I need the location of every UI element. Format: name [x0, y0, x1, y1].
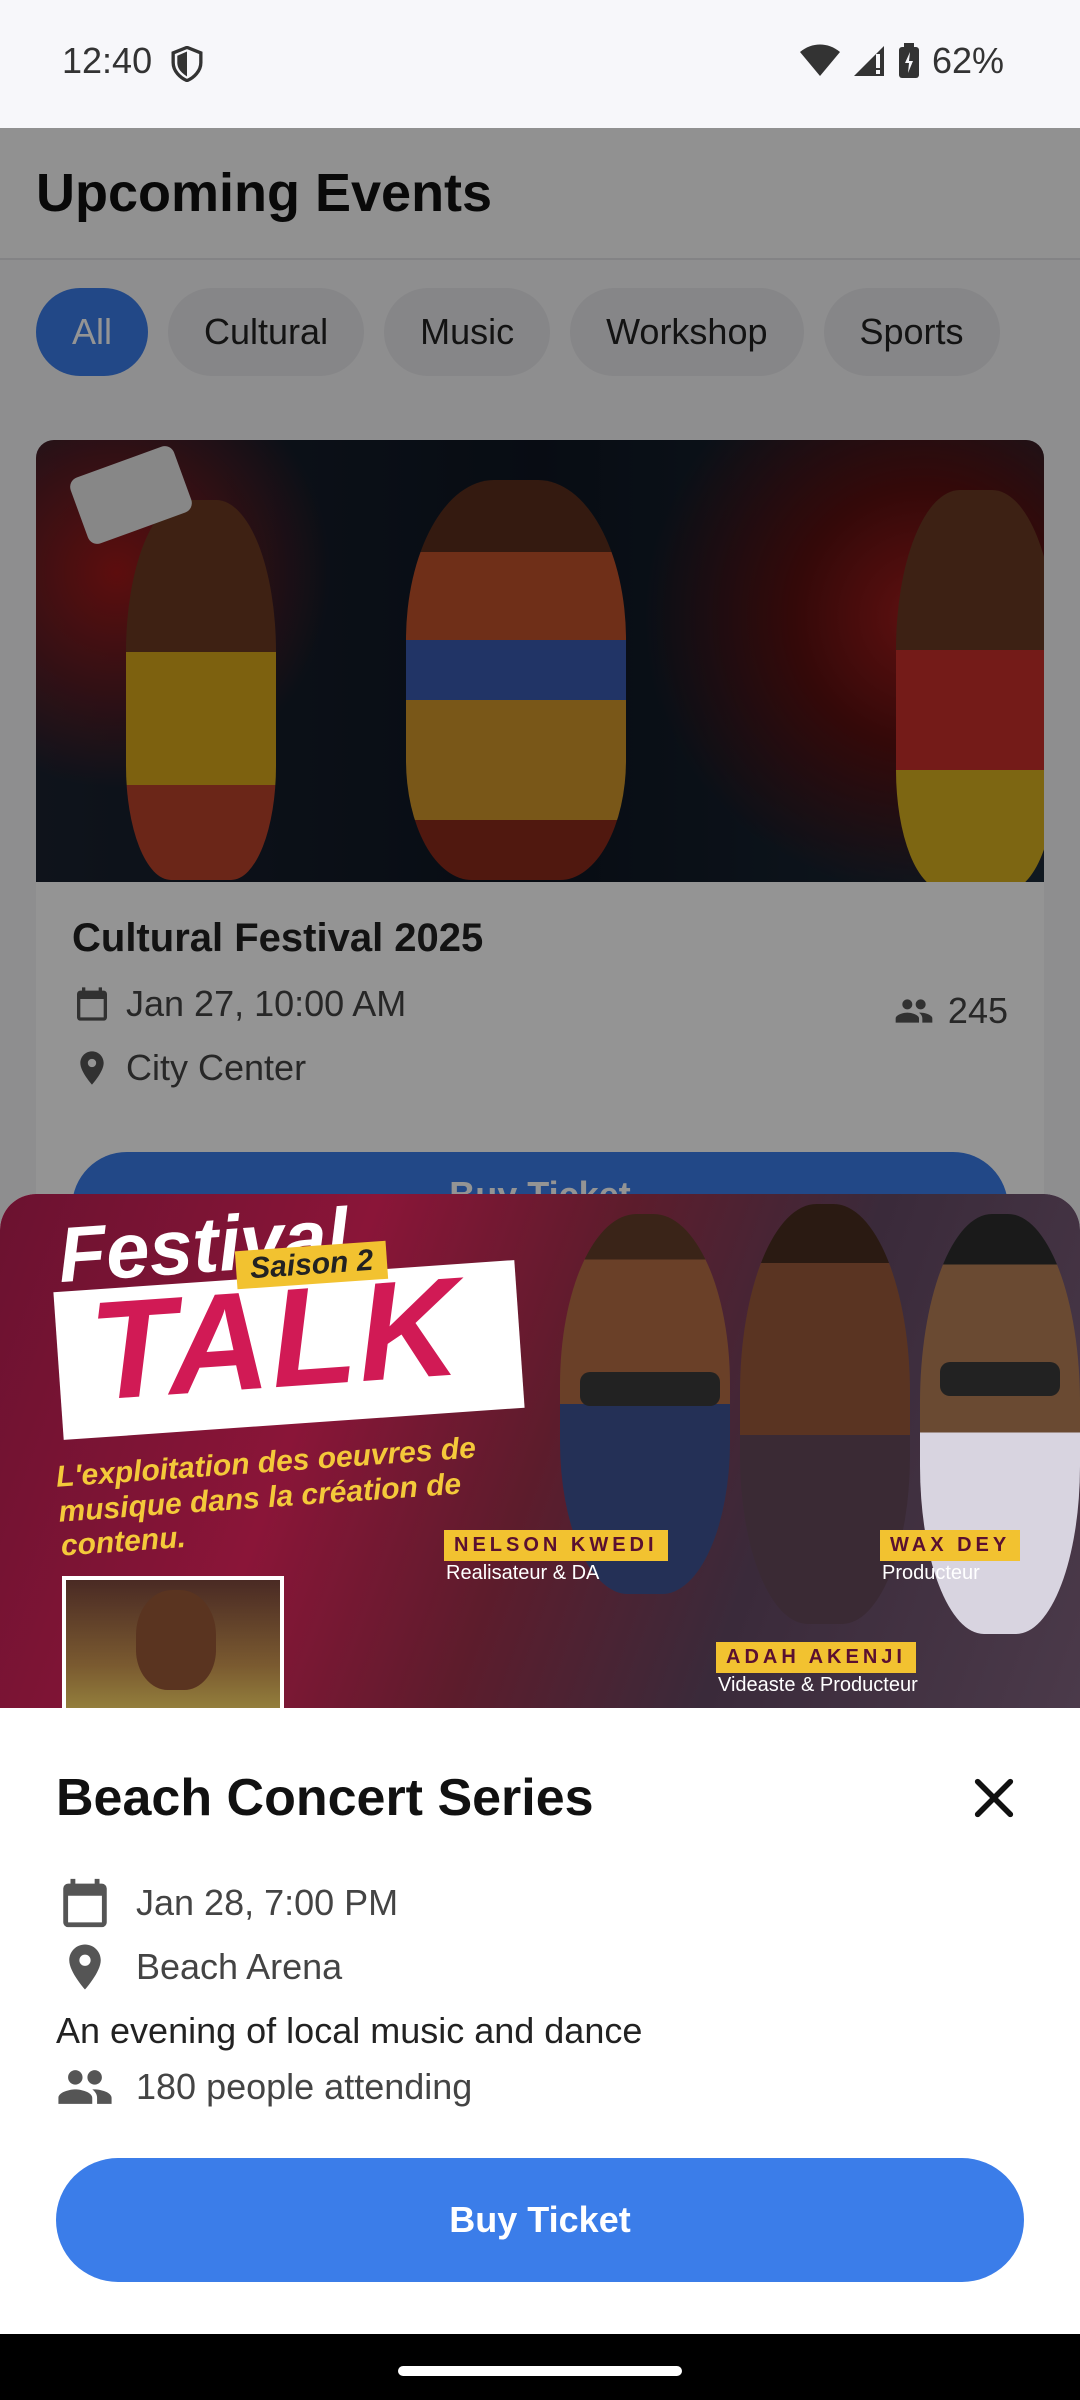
speaker-photo-2 — [740, 1204, 910, 1624]
speaker-role-2: Producteur — [882, 1562, 980, 1584]
signal-icon — [853, 46, 884, 76]
sheet-date-row: Jan 28, 7:00 PM — [56, 1874, 398, 1932]
event-detail-sheet: Festival Saison 2 TALK L'exploitation de… — [0, 1194, 1080, 2334]
speaker-name-1: NELSON KWEDI — [444, 1530, 668, 1561]
location-pin-icon — [69, 1944, 101, 1990]
status-time: 12:40 — [62, 40, 153, 81]
speaker-name-3: ADAH AKENJI — [716, 1642, 916, 1673]
battery-level: 62% — [931, 40, 1004, 81]
close-icon[interactable] — [966, 1770, 1022, 1826]
shield-icon — [171, 46, 203, 82]
event-poster: Festival Saison 2 TALK L'exploitation de… — [0, 1194, 1080, 1708]
buy-ticket-button[interactable]: Buy Ticket — [56, 2158, 1024, 2282]
sheet-attending: 180 people attending — [136, 2066, 473, 2107]
people-icon — [58, 2070, 112, 2104]
status-icons: 62% — [799, 40, 1004, 82]
battery-icon — [898, 43, 919, 78]
calendar-icon — [63, 1878, 107, 1928]
navigation-bar — [0, 2334, 1080, 2400]
speaker-role-3: Videaste & Producteur — [718, 1674, 918, 1696]
sheet-title: Beach Concert Series — [56, 1769, 594, 1827]
sheet-description: An evening of local music and dance — [56, 2010, 643, 2051]
speaker-role-1: Realisateur & DA — [446, 1562, 600, 1584]
sheet-date: Jan 28, 7:00 PM — [136, 1882, 399, 1923]
status-bar: 12:40 62% — [0, 0, 1080, 128]
poster-inset-photo — [62, 1576, 284, 1708]
wifi-icon — [799, 44, 840, 76]
sheet-attending-row: 180 people attending — [56, 2058, 472, 2116]
home-gesture-handle[interactable] — [398, 2366, 682, 2376]
sheet-location: Beach Arena — [136, 1946, 343, 1987]
speaker-name-2: WAX DEY — [880, 1530, 1021, 1561]
poster-talk-text: TALK — [84, 1247, 466, 1430]
sheet-location-row: Beach Arena — [56, 1940, 342, 1994]
